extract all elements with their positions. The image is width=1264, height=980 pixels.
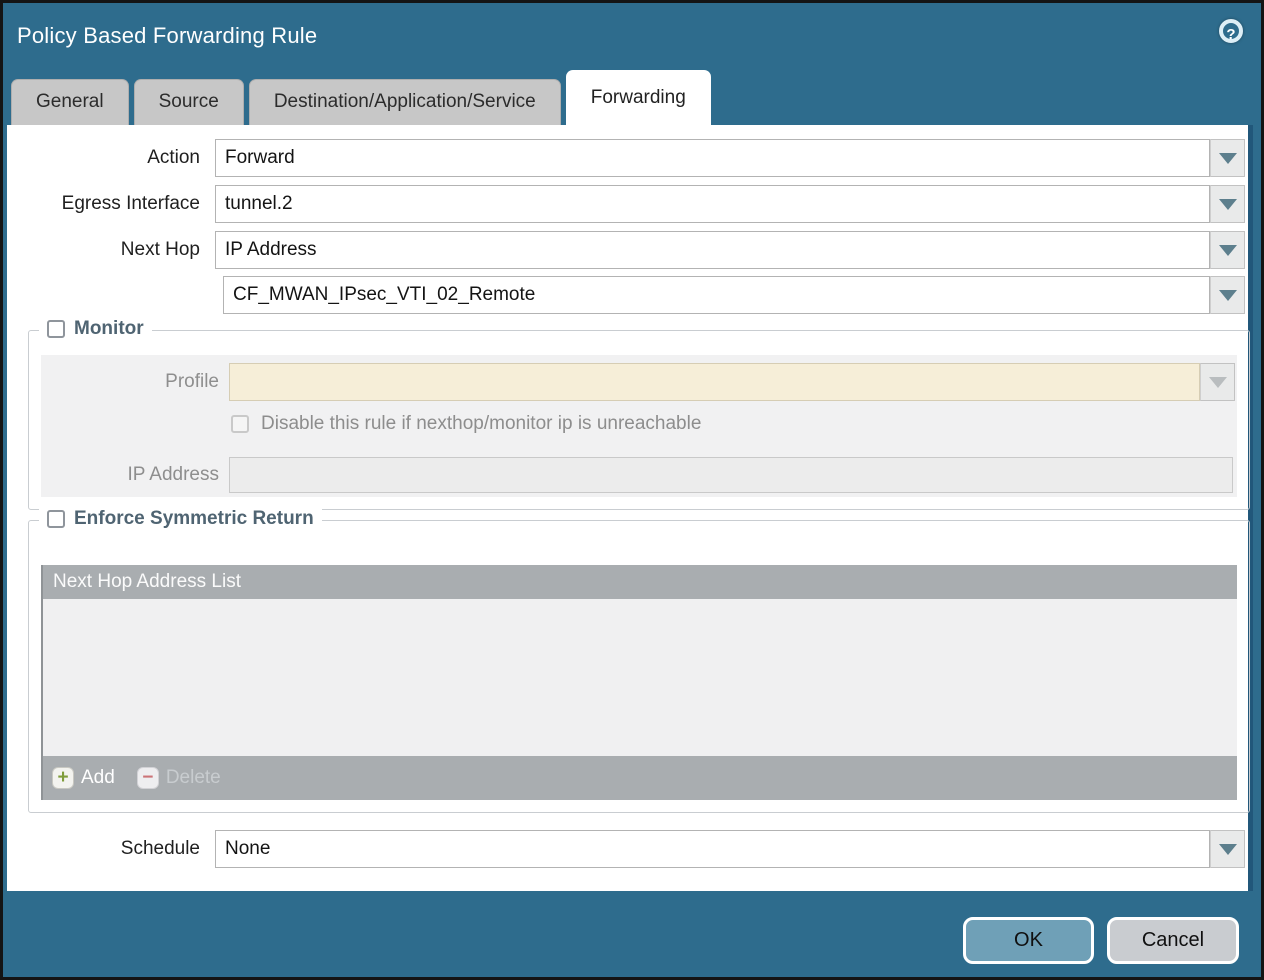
add-button-label: Add — [81, 767, 115, 789]
cancel-button[interactable]: Cancel — [1107, 917, 1239, 964]
monitor-ip-address-label: IP Address — [41, 456, 219, 494]
chevron-down-icon — [1219, 153, 1237, 164]
monitor-checkbox[interactable] — [47, 320, 65, 338]
profile-label: Profile — [41, 363, 219, 401]
symmetric-return-legend: Enforce Symmetric Return — [39, 508, 322, 530]
disable-rule-label: Disable this rule if nexthop/monitor ip … — [261, 413, 701, 435]
monitor-legend: Monitor — [39, 318, 152, 340]
plus-icon: + — [52, 767, 74, 789]
next-hop-select[interactable]: IP Address — [215, 231, 1245, 269]
tab-strip: General Source Destination/Application/S… — [11, 69, 711, 125]
symmetric-return-section: Enforce Symmetric Return Next Hop Addres… — [28, 520, 1250, 813]
profile-dropdown-button — [1200, 363, 1235, 401]
action-label: Action — [7, 139, 207, 177]
egress-interface-value: tunnel.2 — [215, 185, 1210, 223]
next-hop-address-table: Next Hop Address List + Add − Delete — [41, 565, 1237, 800]
profile-select-disabled — [229, 363, 1235, 401]
dialog-title: Policy Based Forwarding Rule — [17, 23, 317, 49]
profile-value — [229, 363, 1200, 401]
tab-destination-application-service[interactable]: Destination/Application/Service — [249, 79, 561, 125]
chevron-down-icon — [1219, 245, 1237, 256]
tab-forwarding[interactable]: Forwarding — [566, 70, 711, 125]
action-select[interactable]: Forward — [215, 139, 1245, 177]
next-hop-label: Next Hop — [7, 231, 207, 269]
schedule-label: Schedule — [7, 830, 207, 868]
minus-icon: − — [137, 767, 159, 789]
next-hop-address-dropdown-button[interactable] — [1210, 276, 1245, 314]
monitor-section: Monitor Profile Disable this rule if nex… — [28, 330, 1250, 510]
disable-rule-row: Disable this rule if nexthop/monitor ip … — [231, 413, 701, 435]
schedule-value: None — [215, 830, 1210, 868]
title-bar: Policy Based Forwarding Rule ? — [3, 3, 1261, 69]
next-hop-dropdown-button[interactable] — [1210, 231, 1245, 269]
chevron-down-icon — [1209, 377, 1227, 388]
action-value: Forward — [215, 139, 1210, 177]
add-button[interactable]: + Add — [52, 767, 115, 789]
ok-button[interactable]: OK — [963, 917, 1094, 964]
chevron-down-icon — [1219, 844, 1237, 855]
egress-interface-label: Egress Interface — [7, 185, 207, 223]
next-hop-address-select[interactable]: CF_MWAN_IPsec_VTI_02_Remote — [223, 276, 1245, 314]
chevron-down-icon — [1219, 199, 1237, 210]
tab-source[interactable]: Source — [134, 79, 244, 125]
tab-general[interactable]: General — [11, 79, 129, 125]
egress-interface-dropdown-button[interactable] — [1210, 185, 1245, 223]
chevron-down-icon — [1219, 290, 1237, 301]
next-hop-address-list-body — [43, 599, 1237, 756]
monitor-legend-label: Monitor — [74, 318, 144, 340]
schedule-dropdown-button[interactable] — [1210, 830, 1245, 868]
help-icon[interactable]: ? — [1219, 19, 1243, 43]
monitor-panel: Profile Disable this rule if nexthop/mon… — [41, 355, 1237, 497]
forwarding-tab-panel: Action Forward Egress Interface tunnel.2… — [7, 125, 1253, 891]
symmetric-return-legend-label: Enforce Symmetric Return — [74, 508, 314, 530]
table-toolbar: + Add − Delete — [43, 756, 1237, 800]
monitor-ip-address-input — [229, 457, 1233, 493]
delete-button: − Delete — [137, 767, 221, 789]
pbf-rule-dialog: { "dialog": { "title": "Policy Based For… — [0, 0, 1264, 980]
next-hop-address-value: CF_MWAN_IPsec_VTI_02_Remote — [223, 276, 1210, 314]
next-hop-address-list-header: Next Hop Address List — [43, 565, 1237, 599]
delete-button-label: Delete — [166, 767, 221, 789]
disable-rule-checkbox — [231, 415, 249, 433]
schedule-select[interactable]: None — [215, 830, 1245, 868]
action-dropdown-button[interactable] — [1210, 139, 1245, 177]
egress-interface-select[interactable]: tunnel.2 — [215, 185, 1245, 223]
symmetric-return-checkbox[interactable] — [47, 510, 65, 528]
next-hop-value: IP Address — [215, 231, 1210, 269]
